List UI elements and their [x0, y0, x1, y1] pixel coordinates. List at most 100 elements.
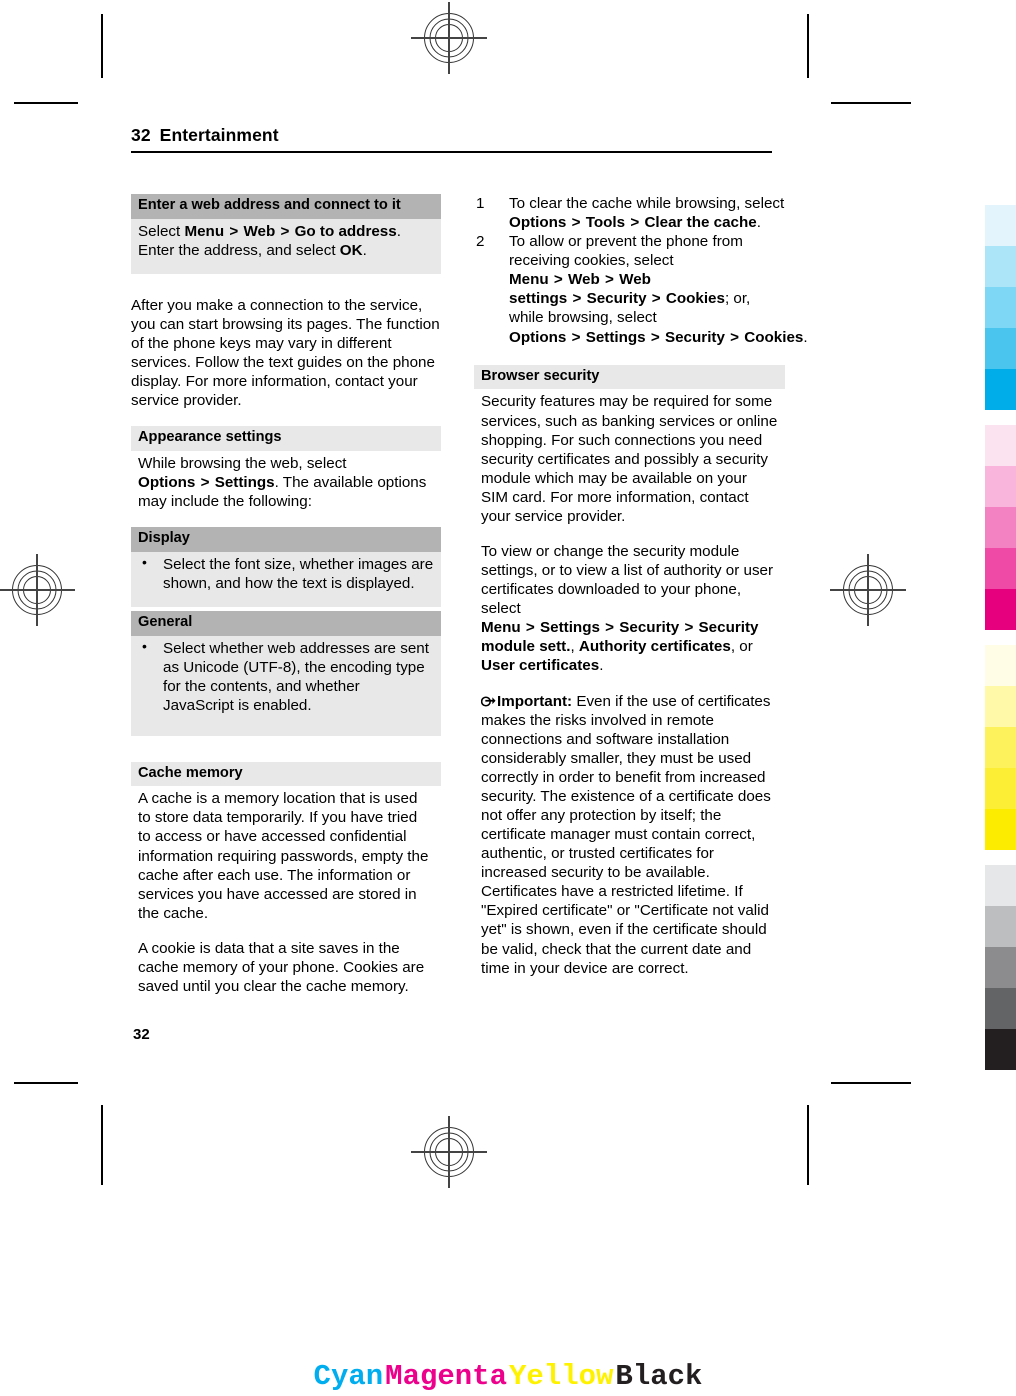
swatch-fill — [985, 328, 1016, 369]
menu-path-go-to-address: Go to address — [294, 222, 397, 240]
path-separator-icon: > — [651, 290, 661, 308]
color-swatch-yellow-100 — [985, 809, 1016, 850]
color-swatch-yellow-10 — [985, 645, 1016, 686]
path-separator-icon: > — [229, 222, 239, 240]
text-period: . — [803, 328, 808, 346]
path-separator-icon: > — [630, 214, 640, 232]
registration-crosshair-horizontal — [411, 37, 487, 39]
step-text: To allow or prevent the phone from recei… — [509, 233, 743, 270]
step-text: To clear the cache while browsing, selec… — [509, 195, 785, 212]
section-body: A cache is a memory location that is use… — [131, 786, 441, 996]
text-period: . — [362, 241, 367, 259]
text-or: , or — [730, 638, 753, 656]
swatch-fill — [985, 466, 1016, 507]
crop-mark-top-right-horizontal — [831, 102, 911, 104]
paragraph-important-note: Important: Even if the use of certificat… — [480, 692, 778, 978]
crop-mark-top-right-vertical — [807, 14, 809, 78]
running-head-folio: 32 — [131, 125, 151, 145]
registration-target-right — [830, 554, 906, 626]
section-enter-web-address: Enter a web address and connect to it Se… — [131, 194, 441, 274]
path-separator-icon: > — [553, 271, 563, 289]
step-number: 2 — [476, 233, 485, 251]
menu-path-menu: Menu — [184, 222, 225, 240]
color-swatch-cyan-50 — [985, 287, 1016, 328]
menu-path-settings: Settings — [214, 474, 275, 492]
menu-path-web: Web — [243, 222, 276, 240]
color-swatch-black-25 — [985, 906, 1016, 947]
color-swatch-cyan-75 — [985, 328, 1016, 369]
two-column-layout: Enter a web address and connect to it Se… — [131, 194, 808, 1018]
path-separator-icon: > — [571, 214, 581, 232]
color-swatch-cyan-100 — [985, 369, 1016, 410]
swatch-fill — [985, 686, 1016, 727]
color-swatch-magenta-50 — [985, 507, 1016, 548]
list-item: 2 To allow or prevent the phone from rece… — [474, 232, 808, 346]
color-swatch-magenta-10 — [985, 425, 1016, 466]
color-swatch-cyan-25 — [985, 246, 1016, 287]
swatch-fill — [985, 287, 1016, 328]
section-general: General Select whether web addresses are… — [131, 611, 441, 736]
section-cache-memory: Cache memory A cache is a memory locatio… — [131, 761, 441, 997]
menu-path-menu: Menu — [509, 271, 549, 289]
swatch-fill — [985, 1029, 1016, 1070]
list-item: Select the font size, whether images are… — [138, 554, 434, 593]
crop-mark-top-left-horizontal — [14, 102, 78, 104]
right-column: 1 To clear the cache while browsing, sele… — [474, 194, 808, 1018]
text-enter-address: Enter the address, and select — [138, 241, 340, 259]
footer-label-yellow: Yellow — [509, 1360, 614, 1393]
section-browser-security: Browser security Security features may b… — [474, 364, 785, 978]
menu-path-user-certificates: User certificates — [481, 657, 600, 675]
section-display: Display Select the font size, whether im… — [131, 527, 441, 608]
bullet-list: Select the font size, whether images are… — [138, 554, 434, 593]
menu-path-tools: Tools — [585, 214, 626, 232]
section-title: General — [131, 611, 441, 637]
color-swatch-black-50 — [985, 947, 1016, 988]
swatch-fill — [985, 809, 1016, 850]
list-item: Select whether web addresses are sent as… — [138, 638, 434, 715]
path-separator-icon: > — [684, 619, 694, 637]
section-title: Appearance settings — [131, 426, 441, 452]
bullet-list: Select whether web addresses are sent as… — [138, 638, 434, 715]
registration-target-left — [0, 554, 75, 626]
registration-crosshair-horizontal — [0, 589, 75, 591]
paragraph-cookie-definition: A cookie is data that a site saves in th… — [138, 939, 425, 996]
menu-path-options: Options — [509, 214, 567, 232]
registration-target-bottom — [411, 1116, 487, 1188]
registration-target-top — [411, 2, 487, 74]
menu-path-cookies: Cookies — [665, 290, 725, 308]
paragraph-security-features: Security features may be required for so… — [481, 393, 778, 525]
section-title: Browser security — [474, 364, 785, 390]
section-title: Display — [131, 527, 441, 553]
text-while-browsing: While browsing the web, select — [138, 455, 347, 473]
section-body: While browsing the web, select Options >… — [131, 451, 441, 511]
crop-mark-bottom-right-horizontal — [831, 1082, 911, 1084]
text-period: . — [599, 657, 604, 675]
swatch-fill — [985, 425, 1016, 466]
running-head-title: Entertainment — [159, 125, 279, 145]
crop-mark-bottom-left-vertical — [101, 1105, 103, 1185]
path-separator-icon: > — [572, 290, 582, 308]
numbered-steps-list: 1 To clear the cache while browsing, sele… — [474, 194, 808, 347]
menu-path-menu: Menu — [481, 619, 521, 637]
section-appearance-settings: Appearance settings While browsing the w… — [131, 426, 441, 511]
swatch-fill — [985, 548, 1016, 589]
swatch-fill — [985, 205, 1016, 246]
menu-path-security: Security — [664, 328, 725, 346]
swatch-fill — [985, 727, 1016, 768]
menu-path-options: Options — [509, 328, 567, 346]
menu-path-settings: Settings — [540, 619, 600, 637]
color-swatch-magenta-100 — [985, 589, 1016, 630]
important-note-icon — [480, 694, 496, 707]
color-swatch-yellow-75 — [985, 768, 1016, 809]
paragraph-cache-definition: A cache is a memory location that is use… — [138, 790, 429, 922]
section-body: Select Menu > Web > Go to address. Enter… — [131, 219, 441, 274]
color-swatch-magenta-25 — [985, 466, 1016, 507]
running-head: 32 Entertainment — [131, 125, 772, 153]
swatch-fill — [985, 906, 1016, 947]
swatch-fill — [985, 507, 1016, 548]
color-swatch-black-10 — [985, 865, 1016, 906]
color-swatch-magenta-75 — [985, 548, 1016, 589]
swatch-fill — [985, 988, 1016, 1029]
section-title: Cache memory — [131, 761, 441, 787]
menu-path-options: Options — [138, 474, 196, 492]
